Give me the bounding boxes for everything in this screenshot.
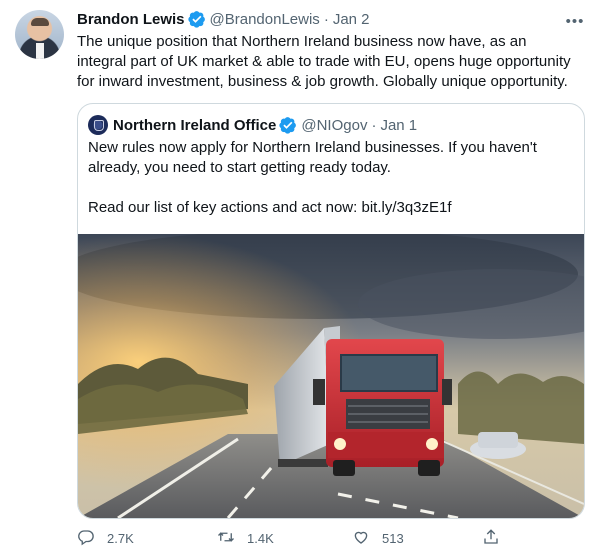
verified-icon [187, 10, 206, 28]
more-icon[interactable]: ••• [564, 10, 586, 32]
quoted-tweet-date: Jan 1 [380, 116, 418, 134]
author-avatar[interactable] [15, 10, 64, 59]
verified-icon [279, 116, 297, 134]
like-button[interactable]: 513 [352, 528, 404, 548]
tweet[interactable]: Brandon Lewis @BrandonLewis · Jan 2 ••• … [0, 0, 600, 560]
tweet-date[interactable]: Jan 2 [333, 11, 370, 28]
crest-avatar-icon [88, 115, 108, 135]
quoted-author-name: Northern Ireland Office [113, 116, 277, 134]
quoted-tweet-text: New rules now apply for Northern Ireland… [88, 138, 568, 218]
tweet-header: Brandon Lewis @BrandonLewis · Jan 2 [77, 9, 370, 29]
author-name[interactable]: Brandon Lewis [77, 11, 185, 28]
action-bar: 2.7K 1.4K 513 [77, 528, 517, 548]
separator-dot: · [323, 10, 329, 28]
retweet-count: 1.4K [247, 530, 274, 546]
like-icon [352, 528, 370, 549]
quoted-paragraph: Read our list of key actions and act now… [88, 199, 452, 216]
quoted-author-handle: @NIOgov [301, 116, 368, 134]
reply-button[interactable]: 2.7K [77, 528, 134, 548]
truck-photo-image [78, 234, 584, 518]
separator-dot: · [371, 116, 377, 134]
share-button[interactable] [482, 528, 500, 548]
like-count: 513 [382, 530, 404, 546]
author-handle[interactable]: @BrandonLewis [210, 11, 320, 28]
quoted-tweet-header: Northern Ireland Office @NIOgov · Jan 1 [88, 115, 417, 135]
share-icon [482, 528, 500, 549]
tweet-text: The unique position that Northern Irelan… [77, 33, 571, 90]
quoted-paragraph: New rules now apply for Northern Ireland… [88, 139, 537, 176]
reply-count: 2.7K [107, 530, 134, 546]
retweet-icon [217, 528, 235, 549]
truck-photo[interactable] [78, 234, 584, 518]
reply-icon [77, 528, 95, 549]
avatar-collar [36, 43, 44, 59]
quoted-tweet[interactable]: Northern Ireland Office @NIOgov · Jan 1 … [77, 103, 585, 519]
avatar-hair [31, 18, 49, 26]
retweet-button[interactable]: 1.4K [217, 528, 274, 548]
